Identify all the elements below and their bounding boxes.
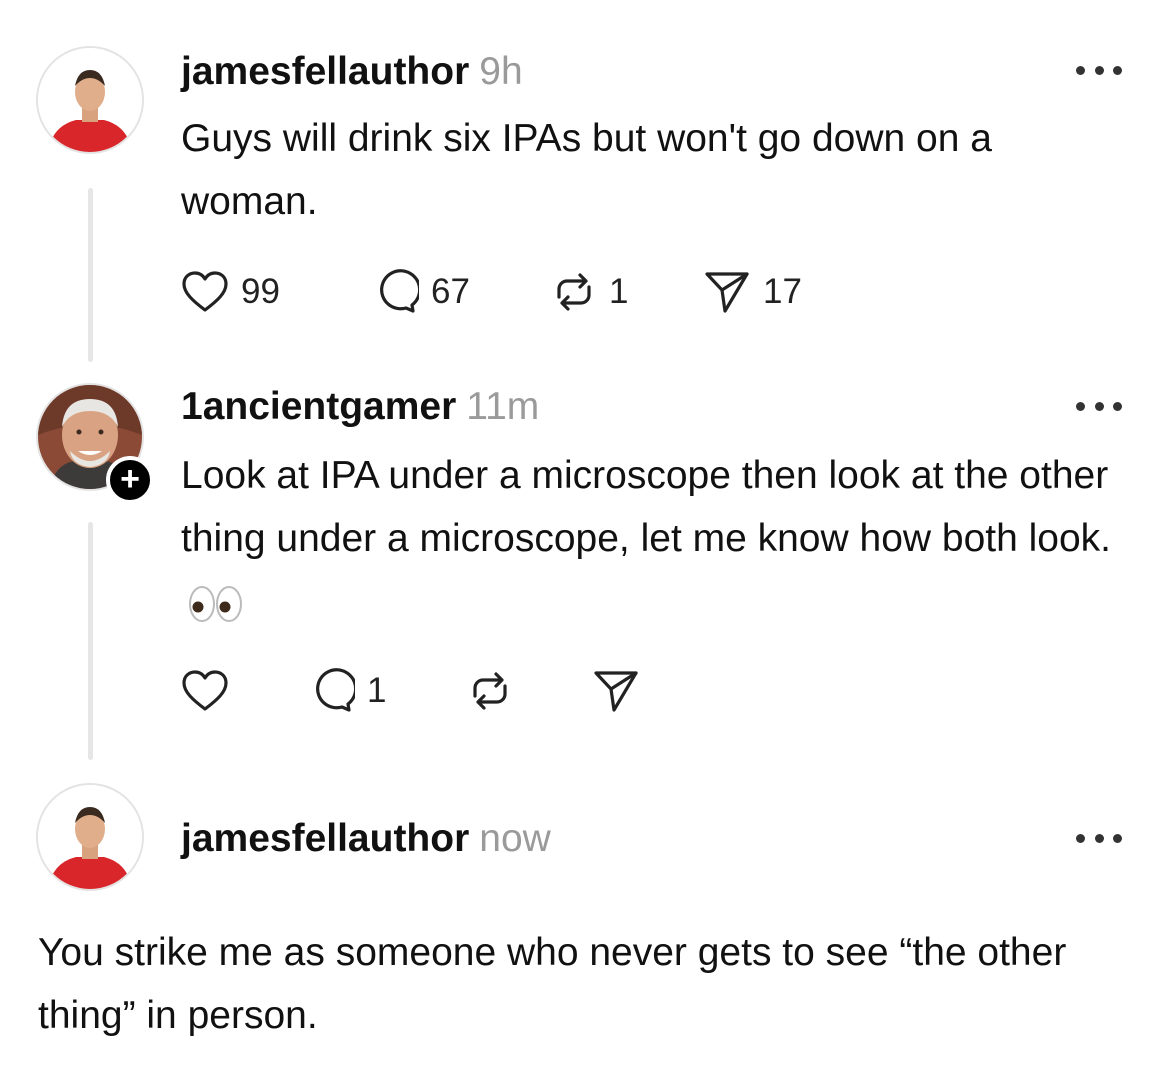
action-bar: 99 67 1 17	[181, 267, 802, 317]
timestamp: 9h	[479, 50, 523, 93]
username-text[interactable]: jamesfellauthor	[181, 50, 469, 93]
send-icon	[705, 272, 749, 313]
more-options-icon[interactable]	[1076, 399, 1122, 413]
follow-button[interactable]: +	[106, 456, 154, 504]
share-button[interactable]: 17	[703, 269, 802, 315]
repost-button[interactable]	[467, 668, 592, 714]
eyes-icon	[189, 585, 242, 622]
share-button[interactable]	[592, 668, 640, 714]
timestamp: 11m	[466, 385, 540, 428]
action-bar: 1	[181, 666, 640, 716]
post-text: Guys will drink six IPAs but won't go do…	[181, 117, 992, 223]
share-count: 17	[763, 272, 802, 311]
username[interactable]: jamesfellauthor now	[181, 817, 551, 861]
thread-line	[88, 188, 93, 362]
avatar-jamesfellauthor[interactable]	[38, 785, 142, 889]
heart-icon	[182, 271, 228, 312]
username-text[interactable]: jamesfellauthor	[181, 817, 469, 860]
like-button[interactable]	[181, 669, 307, 713]
username[interactable]: jamesfellauthor 9h	[181, 50, 523, 94]
reply-button[interactable]: 1	[307, 667, 467, 715]
avatar-image	[38, 48, 142, 152]
more-options-icon[interactable]	[1076, 63, 1122, 77]
reply-button[interactable]: 67	[371, 268, 551, 316]
timestamp: now	[479, 817, 551, 860]
avatar-image	[38, 785, 142, 889]
avatar-jamesfellauthor[interactable]	[38, 48, 142, 152]
post-text: Look at IPA under a microscope then look…	[181, 454, 1112, 560]
reply-count: 1	[367, 671, 387, 710]
repost-count: 1	[609, 272, 629, 311]
username-text[interactable]: 1ancientgamer	[181, 385, 456, 428]
send-icon	[594, 671, 638, 712]
post-text-wrapper: Look at IPA under a microscope then look…	[181, 444, 1121, 633]
repost-icon	[473, 672, 507, 710]
more-options-icon[interactable]	[1076, 831, 1122, 845]
comment-icon	[380, 269, 419, 313]
like-button[interactable]: 99	[181, 270, 371, 314]
heart-icon	[182, 670, 228, 711]
repost-button[interactable]: 1	[551, 269, 703, 315]
like-count: 99	[241, 272, 280, 311]
thread-line	[88, 522, 93, 760]
post-text: You strike me as someone who never gets …	[38, 931, 1067, 1037]
username[interactable]: 1ancientgamer 11m	[181, 385, 539, 429]
comment-icon	[316, 668, 355, 712]
repost-icon	[557, 273, 591, 311]
reply-count: 67	[431, 272, 470, 311]
